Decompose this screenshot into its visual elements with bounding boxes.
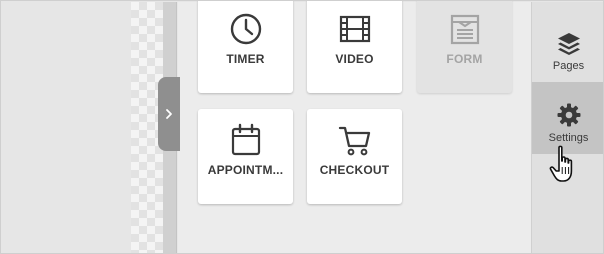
right-sidebar: Pages Settings	[531, 2, 603, 253]
sidebar-item-label: Settings	[548, 132, 589, 144]
widget-label: CHECKOUT	[319, 163, 390, 177]
widget-appointment[interactable]: APPOINTM...	[198, 109, 293, 204]
hand-pointer-icon	[549, 145, 573, 182]
layers-icon	[557, 33, 580, 55]
widget-label: FORM	[446, 52, 483, 66]
app-frame: TIMER VIDEO FORM APPOINTM... CHECKOUT Pa…	[0, 0, 604, 254]
canvas-area	[2, 2, 131, 253]
widget-label: TIMER	[226, 52, 265, 66]
widget-timer[interactable]: TIMER	[198, 1, 293, 93]
sidebar-item-label: Pages	[552, 60, 585, 72]
gear-icon	[557, 103, 580, 127]
widget-checkout[interactable]: CHECKOUT	[307, 109, 402, 204]
cart-icon	[338, 126, 370, 156]
form-icon	[450, 14, 479, 45]
widget-form[interactable]: FORM	[417, 1, 512, 93]
widget-video[interactable]: VIDEO	[307, 1, 402, 93]
sidebar-item-pages[interactable]: Pages	[532, 10, 603, 82]
clock-icon	[230, 13, 261, 45]
film-icon	[339, 15, 370, 43]
chevron-right-icon	[166, 109, 172, 119]
widgets-panel: TIMER VIDEO FORM APPOINTM... CHECKOUT	[178, 1, 531, 253]
widget-label: APPOINTM...	[207, 163, 284, 177]
panel-collapse-handle[interactable]	[158, 77, 180, 151]
widget-label: VIDEO	[335, 52, 374, 66]
calendar-icon	[231, 123, 260, 156]
